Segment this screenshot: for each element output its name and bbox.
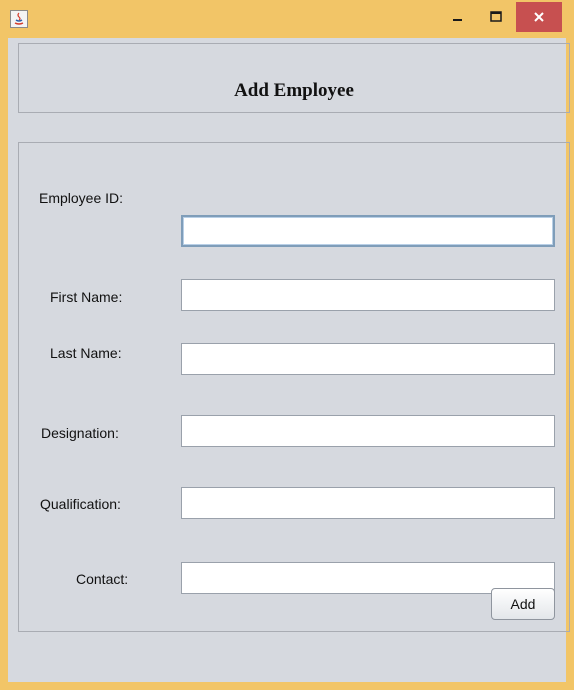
java-app-icon[interactable] — [10, 10, 28, 28]
minimize-icon — [453, 19, 462, 21]
header-panel: Add Employee — [18, 43, 570, 113]
last-name-label: Last Name: — [50, 345, 122, 361]
designation-field[interactable] — [181, 415, 555, 447]
maximize-button[interactable] — [478, 2, 514, 32]
first-name-field[interactable] — [181, 279, 555, 311]
maximize-icon — [490, 11, 502, 22]
qualification-field[interactable] — [181, 487, 555, 519]
employee-form: Employee ID: First Name: Last Name: Desi… — [18, 142, 570, 632]
add-button[interactable]: Add — [491, 588, 555, 620]
contact-label: Contact: — [76, 571, 129, 587]
page-title: Add Employee — [234, 80, 354, 101]
minimize-button[interactable] — [440, 2, 476, 32]
close-button[interactable] — [516, 2, 562, 32]
employee-id-field[interactable] — [181, 215, 555, 247]
designation-label: Designation: — [41, 425, 119, 441]
app-window: Add Employee Employee ID: First Name: La… — [0, 0, 574, 690]
qualification-label: Qualification: — [40, 496, 121, 512]
title-bar[interactable] — [0, 0, 574, 38]
employee-id-label: Employee ID: — [39, 190, 124, 206]
last-name-field[interactable] — [181, 343, 555, 375]
close-icon — [534, 12, 544, 22]
first-name-label: First Name: — [50, 289, 123, 305]
